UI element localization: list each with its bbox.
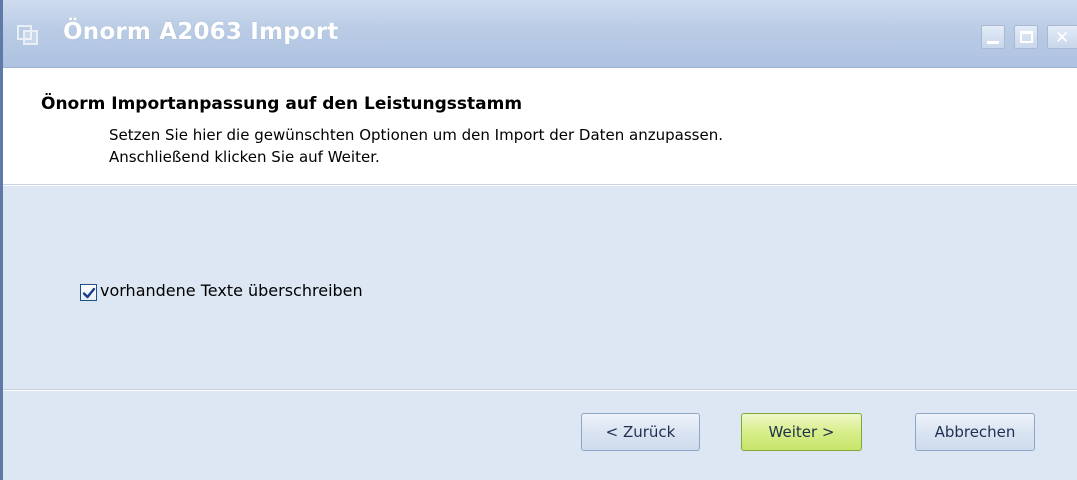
wizard-footer: < Zurück Weiter > Abbrechen xyxy=(3,391,1077,480)
title-bar[interactable]: Önorm A2063 Import ✕ xyxy=(3,0,1077,68)
page-title: Önorm Importanpassung auf den Leistungss… xyxy=(41,94,523,114)
close-button[interactable]: ✕ xyxy=(1047,25,1077,49)
next-button[interactable]: Weiter > xyxy=(741,413,862,451)
back-button[interactable]: < Zurück xyxy=(581,413,700,451)
minimize-icon xyxy=(987,41,999,44)
page-description: Setzen Sie hier die gewünschten Optionen… xyxy=(109,124,723,168)
description-line-2: Anschließend klicken Sie auf Weiter. xyxy=(109,148,380,166)
description-line-1: Setzen Sie hier die gewünschten Optionen… xyxy=(109,126,723,144)
window-title: Önorm A2063 Import xyxy=(63,19,339,45)
overwrite-texts-checkbox[interactable] xyxy=(80,284,97,301)
wizard-header: Önorm Importanpassung auf den Leistungss… xyxy=(3,69,1077,185)
overwrite-texts-label[interactable]: vorhandene Texte überschreiben xyxy=(100,281,363,300)
minimize-button[interactable] xyxy=(981,25,1005,49)
import-dialog: Önorm A2063 Import ✕ Önorm Importanpassu… xyxy=(0,0,1077,480)
maximize-icon xyxy=(1020,31,1033,43)
app-window-icon xyxy=(17,25,39,45)
checkmark-icon xyxy=(82,287,96,299)
close-icon: ✕ xyxy=(1055,28,1070,48)
cancel-button[interactable]: Abbrechen xyxy=(915,413,1035,451)
options-panel: vorhandene Texte überschreiben xyxy=(3,186,1077,390)
maximize-button[interactable] xyxy=(1014,25,1038,49)
